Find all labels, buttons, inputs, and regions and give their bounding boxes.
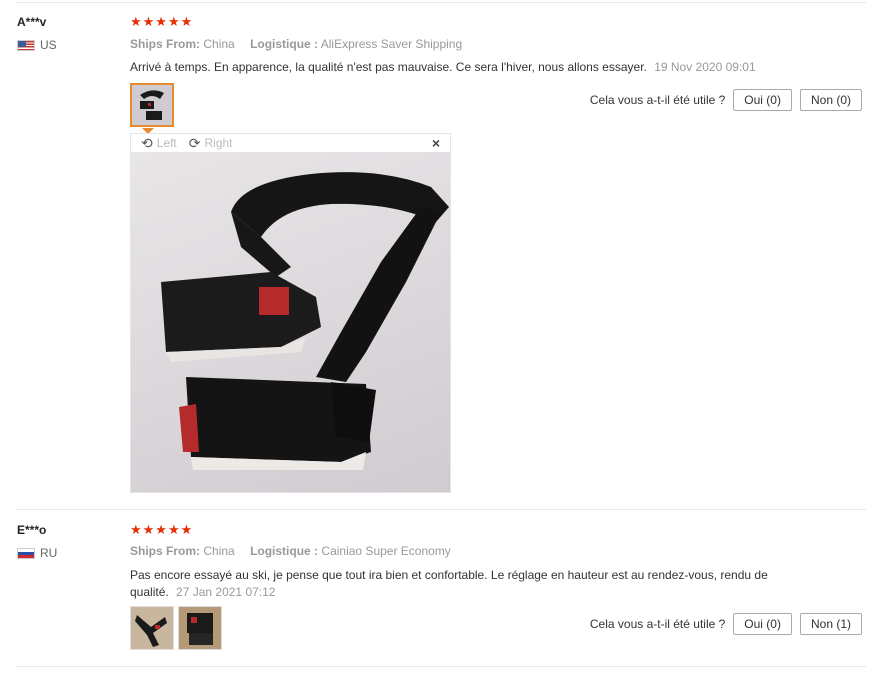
- rating-stars: ★★★★★: [130, 522, 194, 537]
- shipping-info: Ships From: China Logistique : Cainiao S…: [130, 544, 463, 558]
- rotate-right-label[interactable]: Right: [204, 136, 232, 150]
- viewer-toolbar: ⟲ Left ⟳ Right ×: [131, 134, 450, 152]
- logistics-value: Cainiao Super Economy: [321, 544, 451, 558]
- rotate-left-label[interactable]: Left: [157, 136, 177, 150]
- top-divider: [16, 2, 866, 3]
- ru-flag-icon: [17, 547, 35, 559]
- review-text: Arrivé à temps. En apparence, la qualité…: [130, 59, 790, 76]
- ships-from-value: China: [203, 37, 235, 51]
- ships-from-label: Ships From:: [130, 544, 201, 558]
- photo-thumb-image: [179, 607, 221, 649]
- ships-from-label: Ships From:: [130, 37, 201, 51]
- helpful-yes-button[interactable]: Oui (0): [733, 613, 792, 635]
- review-date: 27 Jan 2021 07:12: [176, 585, 276, 599]
- ski-strap-photo: [161, 172, 449, 470]
- helpful-yes-button[interactable]: Oui (0): [733, 89, 792, 111]
- logistics-label: Logistique :: [250, 37, 319, 51]
- logistics-value: AliExpress Saver Shipping: [320, 37, 463, 51]
- helpful-label: Cela vous a-t-il été utile ?: [589, 617, 726, 631]
- review-photo-thumb[interactable]: [178, 606, 222, 650]
- country-code: RU: [40, 546, 58, 560]
- review-text: Pas encore essayé au ski, je pense que t…: [130, 567, 790, 601]
- close-icon[interactable]: ×: [432, 135, 440, 151]
- photo-viewer: ⟲ Left ⟳ Right ×: [130, 133, 451, 493]
- rotate-right-icon[interactable]: ⟳: [189, 135, 201, 152]
- helpful-no-button[interactable]: Non (0): [799, 89, 862, 111]
- photo-thumb-image: [131, 607, 173, 649]
- ships-from-value: China: [203, 544, 235, 558]
- reviewer-country: US: [17, 38, 57, 52]
- rotate-left-icon[interactable]: ⟲: [141, 135, 153, 152]
- review-photo-large: [131, 152, 450, 492]
- rating-stars: ★★★★★: [130, 14, 194, 29]
- reviewer-name: E***o: [17, 523, 47, 537]
- helpful-row: Cela vous a-t-il été utile ? Oui (0) Non…: [590, 89, 862, 111]
- review-photo-thumb[interactable]: [130, 83, 174, 127]
- helpful-label: Cela vous a-t-il été utile ?: [589, 93, 726, 107]
- review-divider: [16, 666, 866, 667]
- review-divider: [16, 509, 866, 510]
- helpful-no-button[interactable]: Non (1): [799, 613, 862, 635]
- review-body: Arrivé à temps. En apparence, la qualité…: [130, 60, 647, 74]
- reviewer-country: RU: [17, 546, 57, 560]
- helpful-row: Cela vous a-t-il été utile ? Oui (0) Non…: [590, 613, 862, 635]
- review-photo-thumb[interactable]: [130, 606, 174, 650]
- photo-thumb-image: [132, 85, 172, 125]
- reviewer-name: A***v: [17, 15, 47, 29]
- shipping-info: Ships From: China Logistique : AliExpres…: [130, 37, 474, 51]
- us-flag-icon: [17, 39, 35, 51]
- country-code: US: [40, 38, 57, 52]
- review-date: 19 Nov 2020 09:01: [654, 60, 756, 74]
- logistics-label: Logistique :: [250, 544, 319, 558]
